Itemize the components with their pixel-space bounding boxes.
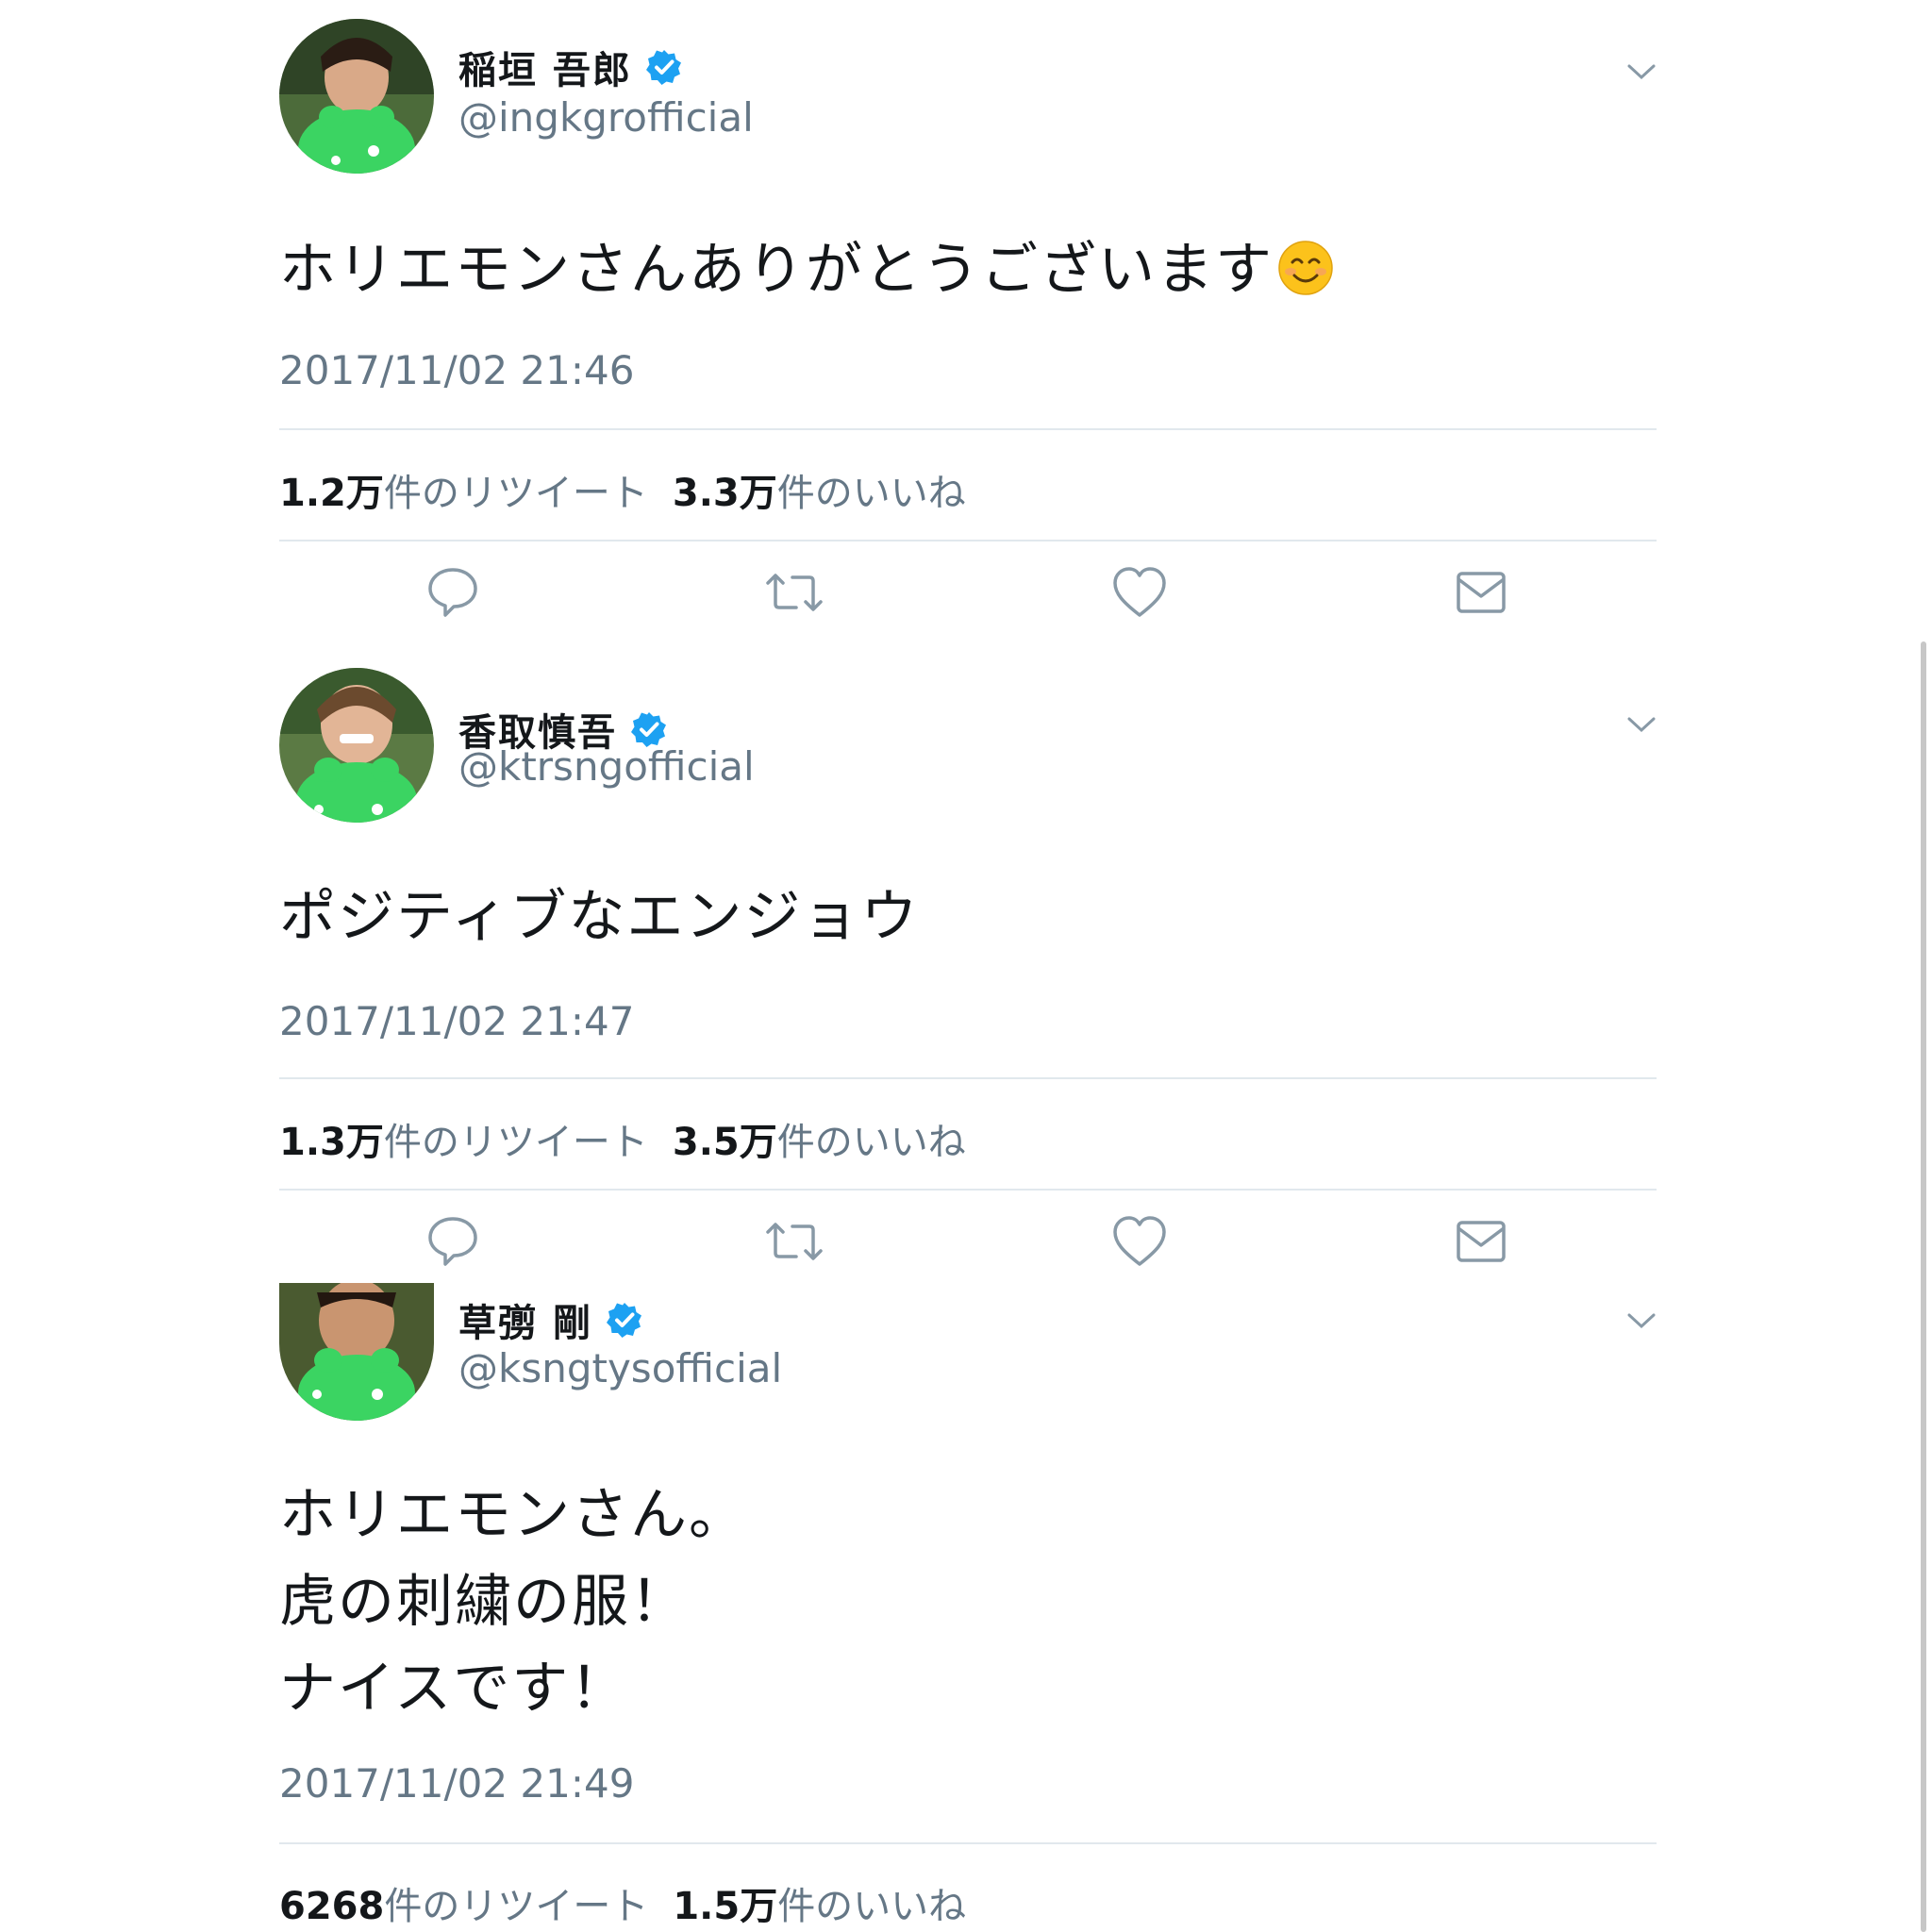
retweets-stat[interactable]: 1.2万件のリツイート bbox=[279, 472, 648, 515]
like-icon[interactable] bbox=[1109, 1211, 1170, 1272]
verified-badge-icon bbox=[630, 710, 668, 748]
timestamp[interactable]: 2017/11/02 21:46 bbox=[279, 347, 634, 393]
engagement-stats: 1.2万件のリツイート 3.3万件のいいね bbox=[279, 462, 966, 517]
reply-icon[interactable] bbox=[423, 1211, 483, 1272]
likes-count: 3.3万 bbox=[672, 472, 777, 515]
retweets-stat[interactable]: 1.3万件のリツイート bbox=[279, 1121, 648, 1164]
tweet-text: ホリエモンさん。 虎の刺繍の服！ ナイスです！ bbox=[279, 1482, 747, 1722]
retweets-count: 1.2万 bbox=[279, 472, 384, 515]
author-name-row[interactable]: 稲垣 吾郎 bbox=[458, 40, 683, 94]
timestamp[interactable]: 2017/11/02 21:49 bbox=[279, 1760, 634, 1807]
tweet-text-content: ホリエモンさんありがとうございます bbox=[279, 237, 1274, 303]
like-icon[interactable] bbox=[1109, 562, 1170, 623]
author-name-row[interactable]: 草彅 剛 bbox=[458, 1292, 643, 1347]
likes-label: 件のいいね bbox=[776, 1121, 966, 1164]
retweets-label: 件のリツイート bbox=[383, 472, 648, 515]
chevron-down-icon[interactable] bbox=[1626, 1311, 1657, 1330]
scrollbar[interactable] bbox=[1921, 641, 1926, 1932]
avatar[interactable] bbox=[279, 668, 434, 823]
action-bar bbox=[279, 1211, 1657, 1277]
likes-label: 件のいいね bbox=[777, 1885, 967, 1928]
tweet-text: ホリエモンさんありがとうございます bbox=[279, 226, 1334, 313]
smiling-face-icon bbox=[1278, 241, 1333, 295]
retweet-icon[interactable] bbox=[764, 562, 824, 623]
chevron-down-icon[interactable] bbox=[1626, 715, 1657, 734]
engagement-stats: 1.3万件のリツイート 3.5万件のいいね bbox=[279, 1111, 966, 1166]
likes-count: 3.5万 bbox=[672, 1121, 777, 1164]
verified-badge-icon bbox=[645, 48, 683, 86]
direct-message-icon[interactable] bbox=[1451, 1211, 1511, 1272]
retweets-count: 1.3万 bbox=[279, 1121, 384, 1164]
handle[interactable]: @ingkgrofficial bbox=[458, 94, 754, 141]
likes-stat[interactable]: 3.5万件のいいね bbox=[673, 1121, 966, 1164]
handle[interactable]: @ksngtysofficial bbox=[458, 1345, 782, 1391]
reply-icon[interactable] bbox=[423, 562, 483, 623]
retweets-count: 6268 bbox=[279, 1885, 385, 1928]
direct-message-icon[interactable] bbox=[1451, 562, 1511, 623]
divider bbox=[279, 428, 1657, 430]
likes-count: 1.5万 bbox=[673, 1885, 778, 1928]
timestamp[interactable]: 2017/11/02 21:47 bbox=[279, 998, 634, 1044]
divider bbox=[279, 1077, 1657, 1079]
verified-badge-icon bbox=[606, 1301, 643, 1339]
display-name[interactable]: 草彅 剛 bbox=[458, 1292, 592, 1347]
retweet-icon[interactable] bbox=[764, 1211, 824, 1272]
handle[interactable]: @ktrsngofficial bbox=[458, 743, 755, 790]
tweet-thread: 稲垣 吾郎 @ingkgrofficial ホリエモンさんありがとうございます … bbox=[0, 0, 1932, 1932]
divider bbox=[279, 1189, 1657, 1191]
engagement-stats: 6268件のリツイート 1.5万件のいいね bbox=[279, 1875, 966, 1930]
retweets-label: 件のリツイート bbox=[384, 1885, 649, 1928]
retweets-stat[interactable]: 6268件のリツイート bbox=[279, 1885, 648, 1928]
avatar[interactable] bbox=[279, 19, 434, 174]
likes-label: 件のいいね bbox=[776, 472, 966, 515]
chevron-down-icon[interactable] bbox=[1626, 62, 1657, 81]
tweet-text: ポジティブなエンジョウ bbox=[279, 884, 920, 950]
avatar[interactable] bbox=[279, 1283, 434, 1421]
divider bbox=[279, 540, 1657, 541]
action-bar bbox=[279, 562, 1657, 628]
retweets-label: 件のリツイート bbox=[383, 1121, 648, 1164]
display-name[interactable]: 稲垣 吾郎 bbox=[458, 40, 632, 94]
divider bbox=[279, 1842, 1657, 1844]
likes-stat[interactable]: 3.3万件のいいね bbox=[673, 472, 966, 515]
likes-stat[interactable]: 1.5万件のいいね bbox=[673, 1885, 966, 1928]
